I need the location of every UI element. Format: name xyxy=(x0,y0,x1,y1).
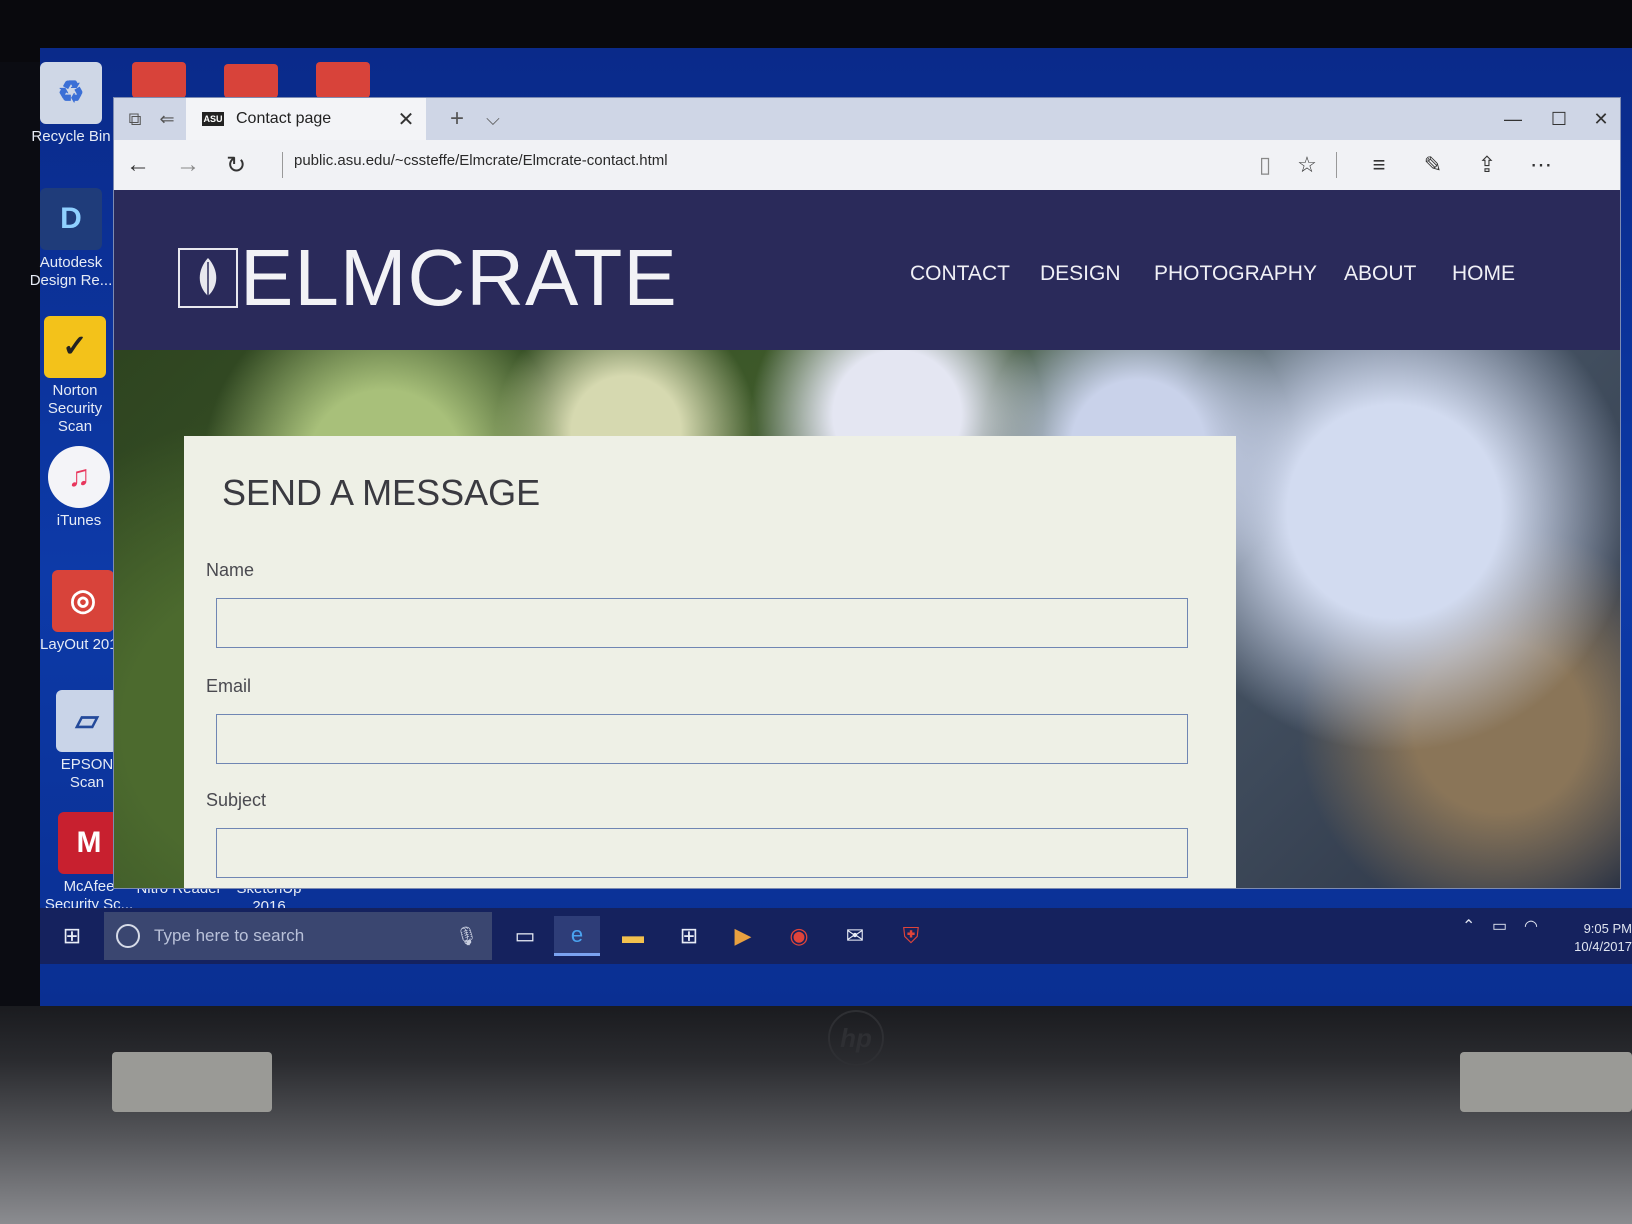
address-bar: ← → ↻ public.asu.edu/~cssteffe/Elmcrate/… xyxy=(114,140,1620,191)
desktop-icon-norton[interactable]: ✓ Norton Security Scan xyxy=(30,316,120,436)
layout-icon: ◎ xyxy=(52,570,114,632)
close-window-icon[interactable]: ✕ xyxy=(1578,104,1624,134)
url-field[interactable]: public.asu.edu/~cssteffe/Elmcrate/Elmcra… xyxy=(294,152,668,169)
nav-contact[interactable]: CONTACT xyxy=(910,262,1010,286)
clock-time: 9:05 PM xyxy=(1583,921,1632,936)
desktop-icon-label: Autodesk Design Re... xyxy=(29,254,113,289)
web-note-icon[interactable]: ✎ xyxy=(1416,150,1450,180)
desktop-icon-recycle-bin[interactable]: ♻ Recycle Bin xyxy=(26,62,116,146)
web-page: ELMCRATE CONTACT DESIGN PHOTOGRAPHY ABOU… xyxy=(114,190,1620,888)
toolbar-separator xyxy=(1336,152,1337,178)
windows-start-icon[interactable]: ⊞ xyxy=(58,922,86,950)
maximize-icon[interactable]: ☐ xyxy=(1536,104,1582,134)
desktop-icon-autodesk[interactable]: D Autodesk Design Re... xyxy=(26,188,116,290)
task-view-icon[interactable]: ▭ xyxy=(502,916,548,956)
laptop-base xyxy=(0,1006,1632,1224)
recycle-bin-icon: ♻ xyxy=(40,62,102,124)
name-label: Name xyxy=(206,560,255,580)
tab-bar: ⧉ ⇐ ASU Contact page ✕ + ⌵ — ☐ ✕ xyxy=(114,98,1620,140)
chevron-down-icon[interactable]: ⌵ xyxy=(480,106,506,132)
taskbar-clock[interactable]: 9:05 PM 10/4/2017 xyxy=(1552,920,1632,956)
nav-photography[interactable]: PHOTOGRAPHY xyxy=(1154,262,1317,286)
hinge-right xyxy=(1460,1052,1632,1112)
file-explorer-icon[interactable]: ▬ xyxy=(610,916,656,956)
edge-browser-icon[interactable]: e xyxy=(554,916,600,956)
hinge-left xyxy=(112,1052,272,1112)
itunes-icon: ♫ xyxy=(48,446,110,508)
nav-home[interactable]: HOME xyxy=(1452,262,1515,286)
tab-title: Contact page xyxy=(236,110,332,127)
hub-icon[interactable]: ≡ xyxy=(1362,150,1396,180)
browser-window: ⧉ ⇐ ASU Contact page ✕ + ⌵ — ☐ ✕ ← → ↻ p… xyxy=(114,98,1620,888)
email-field[interactable] xyxy=(216,714,1188,764)
microphone-icon[interactable]: 🎙 xyxy=(455,926,478,947)
desktop-icon-label: iTunes xyxy=(56,512,102,529)
tab-favicon: ASU xyxy=(202,112,224,126)
hero-tree-photo: SEND A MESSAGE Name Email Subject xyxy=(114,350,1620,888)
contact-form: SEND A MESSAGE Name Email Subject xyxy=(184,436,1236,888)
subject-field[interactable] xyxy=(216,828,1188,878)
cortana-icon[interactable] xyxy=(116,924,140,948)
taskbar: ⊞ Type here to search 🎙 ▭ e ▬ ⊞ ▶ ◉ ✉ ⛨ … xyxy=(40,908,1632,964)
autodesk-icon: D xyxy=(40,188,102,250)
sketchup-shortcut-icon[interactable] xyxy=(132,62,186,98)
share-icon[interactable]: ⇪ xyxy=(1470,150,1504,180)
nav-design[interactable]: DESIGN xyxy=(1040,262,1121,286)
layout-shortcut-icon[interactable] xyxy=(316,62,370,98)
more-icon[interactable]: ⋯ xyxy=(1524,150,1558,180)
back-icon[interactable]: ← xyxy=(122,150,154,180)
form-title: SEND A MESSAGE xyxy=(222,472,541,513)
store-icon[interactable]: ⊞ xyxy=(666,916,712,956)
email-label: Email xyxy=(206,676,252,696)
tab-contact-page[interactable]: ASU Contact page ✕ xyxy=(186,98,426,140)
mcafee-icon: M xyxy=(58,812,120,874)
epson-scan-icon: ▱ xyxy=(56,690,118,752)
tab-close-icon[interactable]: ✕ xyxy=(394,107,418,132)
favorite-star-icon[interactable]: ☆ xyxy=(1290,150,1324,180)
desktop-icon-itunes[interactable]: ♫ iTunes xyxy=(34,446,124,530)
battery-icon[interactable]: ▭ xyxy=(1492,916,1507,936)
new-tab-icon[interactable]: + xyxy=(444,105,470,132)
minimize-icon[interactable]: — xyxy=(1490,104,1536,134)
nav-about[interactable]: ABOUT xyxy=(1344,262,1416,286)
address-separator xyxy=(282,152,283,178)
taskbar-search[interactable]: Type here to search 🎙 xyxy=(104,912,492,960)
name-field[interactable] xyxy=(216,598,1188,648)
show-hidden-icons-icon[interactable]: ⌃ xyxy=(1462,916,1475,936)
subject-label: Subject xyxy=(206,790,267,810)
media-player-icon[interactable]: ▶ xyxy=(720,916,766,956)
mail-icon[interactable]: ✉ xyxy=(832,916,878,956)
forward-icon[interactable]: → xyxy=(172,150,204,180)
wifi-icon[interactable]: ◠ xyxy=(1524,916,1538,936)
norton-icon: ✓ xyxy=(44,316,106,378)
clock-date: 10/4/2017 xyxy=(1574,939,1632,954)
reading-view-icon[interactable]: ▯ xyxy=(1248,150,1282,180)
search-placeholder: Type here to search xyxy=(154,926,305,945)
refresh-icon[interactable]: ↻ xyxy=(220,150,252,180)
tabs-aside-icon[interactable]: ⇐ xyxy=(154,106,180,132)
site-header: ELMCRATE CONTACT DESIGN PHOTOGRAPHY ABOU… xyxy=(114,190,1620,350)
hp-logo: hp xyxy=(828,1010,884,1066)
desktop-icon-label: Norton Security Scan xyxy=(47,382,103,435)
chrome-icon[interactable]: ◉ xyxy=(776,916,822,956)
site-brand[interactable]: ELMCRATE xyxy=(240,234,678,322)
desktop-icon-label: Recycle Bin xyxy=(31,128,111,145)
tab-preview-icon[interactable]: ⧉ xyxy=(122,106,148,132)
sketchup-shortcut-icon[interactable] xyxy=(224,64,278,98)
leaf-logo-icon[interactable] xyxy=(178,248,238,308)
mcafee-taskbar-icon[interactable]: ⛨ xyxy=(888,916,934,956)
